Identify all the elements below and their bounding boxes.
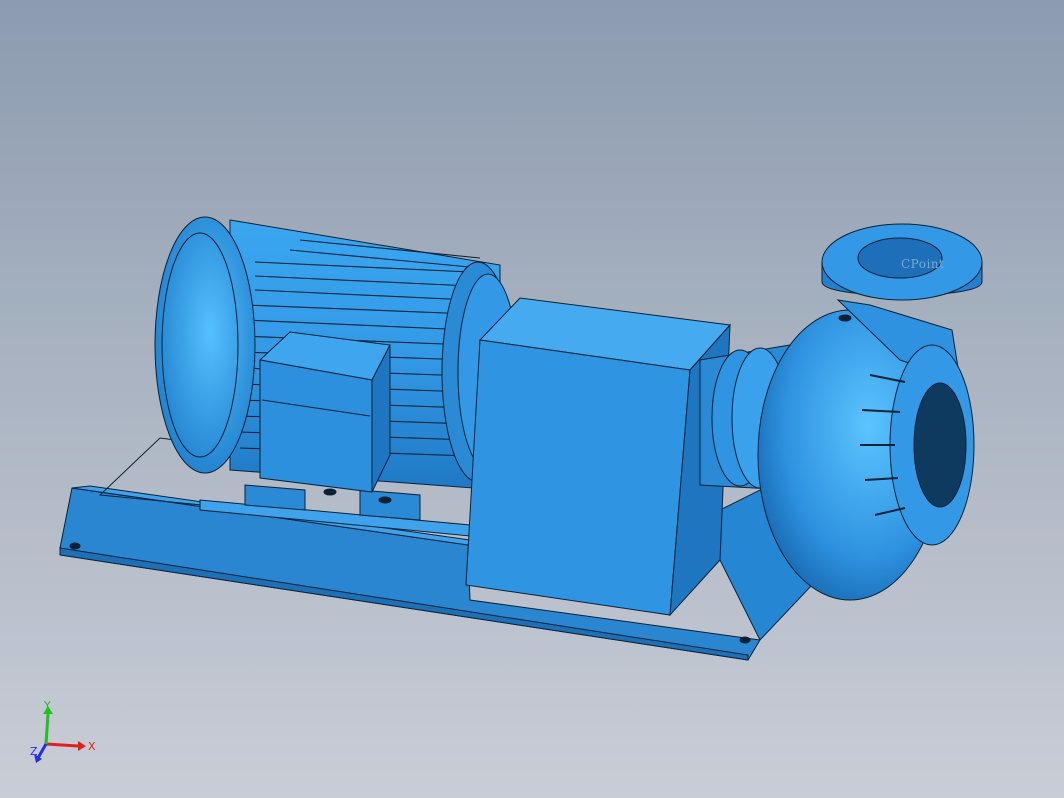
y-axis-label: Y xyxy=(43,700,51,712)
x-axis-head xyxy=(78,741,86,751)
x-axis-label: X xyxy=(88,740,96,753)
graphics-viewport[interactable]: CPoint X Y Z xyxy=(0,0,1064,798)
x-axis-arrow xyxy=(45,742,79,748)
coupling-guard[interactable] xyxy=(465,297,732,617)
z-axis-label: Z xyxy=(30,745,38,758)
y-axis-arrow xyxy=(44,713,50,745)
pump-assembly-model[interactable] xyxy=(0,0,1064,798)
coordinate-triad: X Y Z xyxy=(30,700,96,763)
cpoint-label: CPoint xyxy=(901,257,945,271)
z-axis-arrow xyxy=(36,743,48,759)
terminal-box[interactable] xyxy=(258,331,391,493)
